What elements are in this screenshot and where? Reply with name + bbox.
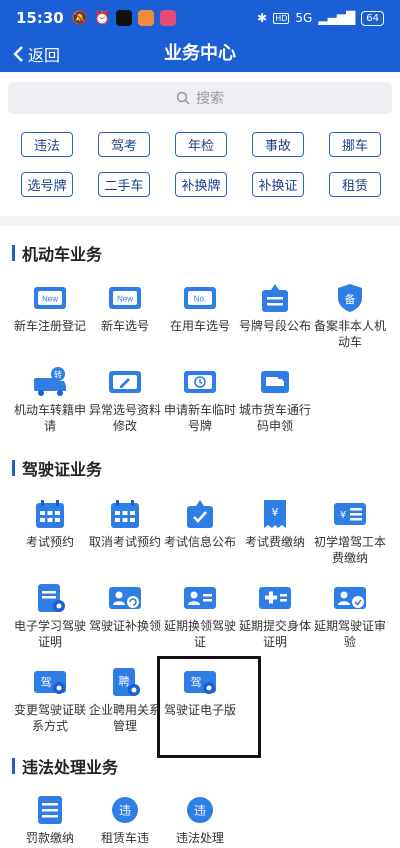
search-input[interactable]: 搜索 <box>8 82 392 114</box>
service-license-contact-change[interactable]: 驾 变更驾驶证联系方式 <box>10 666 90 734</box>
service-learner-fee[interactable]: ¥ 初学增驾工本费缴纳 <box>310 498 390 566</box>
service-temp-plate-apply[interactable]: 申请新车临时号牌 <box>160 366 240 434</box>
quick-panel: 搜索 违法 驾考 年检 事故 挪车 选号牌 二手车 补换牌 补换证 租赁 <box>0 72 400 216</box>
search-icon <box>176 91 190 105</box>
signal-icon: ▂▄▆█ <box>318 11 356 25</box>
svg-text:违: 违 <box>119 804 131 818</box>
service-license-reissue[interactable]: 驾驶证补换领 <box>85 582 165 634</box>
svg-text:驾: 驾 <box>191 676 202 689</box>
service-plate-number-announce[interactable]: 号牌号段公布 <box>235 282 315 334</box>
bluetooth-icon: ✱ <box>257 11 268 25</box>
study-doc-icon <box>38 584 65 612</box>
rental-violation-icon: 违 <box>112 797 138 823</box>
status-bar: 15:30 🔕 ⏰ ✱ HD 5G ▂▄▆█ 64 <box>0 0 400 36</box>
quick-tag-grid: 违法 驾考 年检 事故 挪车 选号牌 二手车 补换牌 补换证 租赁 <box>21 132 381 197</box>
section-title-license: 驾驶证业务 <box>12 458 102 479</box>
calendar-cancel-icon <box>111 500 139 528</box>
exam-info-icon <box>187 500 213 528</box>
truck-pass-icon <box>261 371 289 393</box>
edit-card-icon <box>109 371 141 393</box>
license-reissue-icon <box>109 587 141 609</box>
service-truck-pass-code[interactable]: 城市货车通行码申领 <box>235 366 315 434</box>
svg-text:备: 备 <box>345 292 356 306</box>
temp-plate-icon <box>184 371 216 393</box>
tag-move-car[interactable]: 挪车 <box>329 132 381 157</box>
fee-receipt-icon: ¥ <box>264 500 286 528</box>
service-fine-payment[interactable]: 罚款缴纳 <box>10 794 90 846</box>
service-medical-proof-extend[interactable]: 延期提交身体证明 <box>235 582 315 650</box>
service-rental-violation[interactable]: 违 租赁车违 <box>85 794 165 846</box>
license-extend-icon <box>184 587 216 609</box>
search-placeholder: 搜索 <box>196 91 224 107</box>
violation-handle-icon: 违 <box>187 797 213 823</box>
back-label: 返回 <box>28 46 61 65</box>
service-cancel-exam-booking[interactable]: 取消考试预约 <box>85 498 165 550</box>
tag-select-plate[interactable]: 选号牌 <box>21 172 73 197</box>
svg-text:¥: ¥ <box>272 506 279 519</box>
service-license-verify-extend[interactable]: 延期驾驶证审验 <box>310 582 390 650</box>
battery-icon: 64 <box>361 10 384 26</box>
record-shield-icon: 备 <box>338 284 362 312</box>
service-license-extend[interactable]: 延期换领驾驶证 <box>160 582 240 650</box>
transfer-truck-icon: 转 <box>34 367 66 396</box>
tag-annual-inspection[interactable]: 年检 <box>175 132 227 157</box>
service-new-car-register[interactable]: New 新车注册登记 <box>10 282 90 334</box>
section-title-vehicle: 机动车业务 <box>12 243 102 264</box>
service-new-car-select-number[interactable]: New 新车选号 <box>85 282 165 334</box>
chevron-left-icon <box>13 46 23 62</box>
hd-icon: HD <box>273 12 290 24</box>
svg-text:转: 转 <box>54 370 62 380</box>
service-used-car-select-number[interactable]: No. 在用车选号 <box>160 282 240 334</box>
number-plate-icon: No. <box>184 287 216 309</box>
svg-text:违: 违 <box>194 804 206 818</box>
service-employment-management[interactable]: 聘 企业聘用关系管理 <box>85 666 165 734</box>
service-exam-fee[interactable]: ¥ 考试费缴纳 <box>235 498 315 550</box>
tag-replace-license[interactable]: 补换证 <box>252 172 304 197</box>
tiktok-icon <box>116 10 133 26</box>
mute-icon: 🔕 <box>71 10 88 26</box>
app-notify-icon <box>138 10 155 26</box>
service-content: 机动车业务 New 新车注册登记 New 新车选号 No. 在用车选号 号牌号段… <box>0 226 400 848</box>
employment-doc-icon: 聘 <box>113 668 140 696</box>
e-license-icon: 驾 <box>184 671 216 694</box>
medical-card-icon <box>259 587 291 609</box>
alarm-icon: ⏰ <box>93 10 111 26</box>
tag-rental[interactable]: 租赁 <box>329 172 381 197</box>
fee-card-icon: ¥ <box>334 503 366 525</box>
back-button[interactable]: 返回 <box>12 36 60 72</box>
service-e-license[interactable]: 驾 驾驶证电子版 <box>160 666 240 718</box>
tag-driving-exam[interactable]: 驾考 <box>98 132 150 157</box>
network-label: 5G <box>295 11 313 25</box>
tag-violation[interactable]: 违法 <box>21 132 73 157</box>
new-car-card-icon: New <box>34 287 66 309</box>
tag-accident[interactable]: 事故 <box>252 132 304 157</box>
svg-text:New: New <box>117 295 133 304</box>
tag-replace-plate[interactable]: 补换牌 <box>175 172 227 197</box>
service-exam-info[interactable]: 考试信息公布 <box>160 498 240 550</box>
svg-text:No.: No. <box>194 295 206 304</box>
tag-used-car[interactable]: 二手车 <box>98 172 150 197</box>
new-plate-icon: New <box>109 287 141 309</box>
license-contact-icon: 驾 <box>34 671 66 694</box>
service-vehicle-transfer[interactable]: 转 机动车转籍申请 <box>10 366 90 434</box>
svg-text:驾: 驾 <box>41 676 52 689</box>
svg-text:New: New <box>42 295 58 304</box>
calendar-icon <box>36 500 64 528</box>
svg-text:聘: 聘 <box>119 674 130 688</box>
service-violation-handling[interactable]: 违 违法处理 <box>160 794 240 846</box>
service-abnormal-select-edit[interactable]: 异常选号资料修改 <box>85 366 165 434</box>
section-title-violation: 违法处理业务 <box>12 756 118 777</box>
license-verify-icon <box>334 587 366 609</box>
fine-payment-icon <box>38 796 62 824</box>
service-e-learning-proof[interactable]: 电子学习驾驶证明 <box>10 582 90 650</box>
nav-bar: 返回 业务中心 <box>0 36 400 72</box>
status-time: 15:30 <box>16 9 64 27</box>
service-record-non-owner-vehicle[interactable]: 备 备案非本人机动车 <box>310 282 390 350</box>
svg-text:¥: ¥ <box>340 510 346 521</box>
shop-notify-icon <box>160 10 177 26</box>
announcement-icon <box>262 284 288 312</box>
service-exam-booking[interactable]: 考试预约 <box>10 498 90 550</box>
